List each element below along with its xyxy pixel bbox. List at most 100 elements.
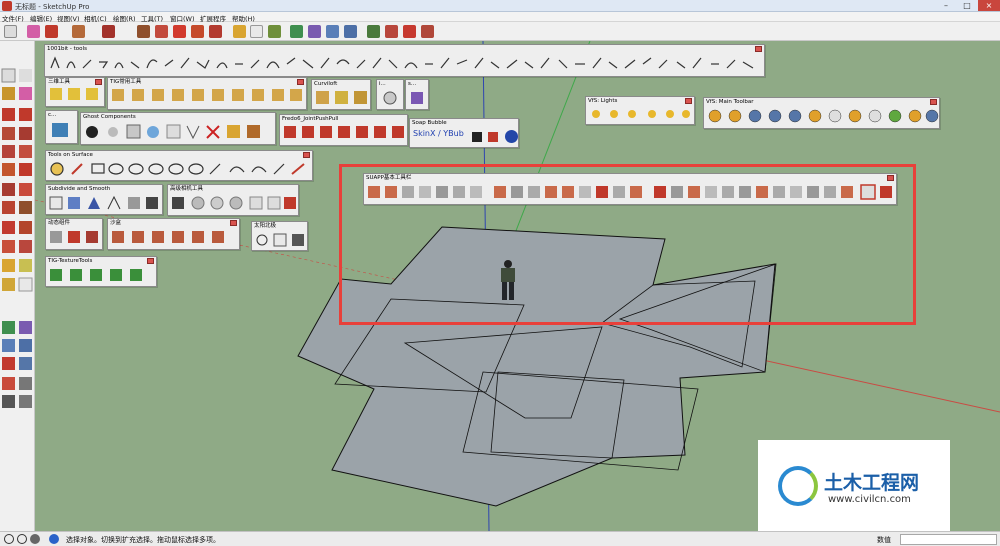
panel-vfs-main-toolbar: VfS: Main Toolbar: [703, 97, 940, 129]
close-icon[interactable]: [147, 258, 154, 264]
extension-warehouse-icon[interactable]: [403, 25, 416, 38]
left-toolbar-icons[interactable]: [0, 41, 35, 411]
panel-title: Ghost Components: [83, 114, 136, 120]
paint-bucket-icon[interactable]: [268, 25, 281, 38]
panel-sanwei-tools: 三维工具: [45, 77, 105, 107]
close-icon[interactable]: ×: [978, 0, 1000, 11]
pan-icon[interactable]: [308, 25, 321, 38]
close-icon[interactable]: [930, 99, 937, 105]
layout-icon[interactable]: [421, 25, 434, 38]
panel-s-icons[interactable]: [408, 89, 428, 107]
panel-curviloft-icons[interactable]: [314, 89, 370, 107]
panel-c-icons[interactable]: [48, 120, 76, 140]
scale-icon[interactable]: [209, 25, 222, 38]
panel-tig-common-tools: TIG常用工具: [107, 77, 307, 110]
panel-title: 动态组件: [48, 220, 71, 226]
panel-i-small: i...: [376, 79, 404, 110]
panel-vfs-main-icons[interactable]: [706, 107, 939, 125]
panel-title: Subdivide and Smooth: [48, 186, 111, 192]
panel-title: 高级相机工具: [170, 186, 204, 192]
user-icon[interactable]: [30, 534, 40, 544]
panel-tig-tool-icons[interactable]: [110, 87, 306, 105]
status-bar: 选择对象。切换到扩充选择。拖动鼠标选择多项。 数值: [0, 531, 1000, 546]
panel-title: TIG-TextureTools: [48, 258, 93, 264]
panel-sun-icons[interactable]: [254, 231, 307, 248]
panel-tools-on-surface: Tools on Surface: [45, 150, 313, 181]
play-icon[interactable]: [472, 132, 482, 142]
zoom-extents-icon[interactable]: [344, 25, 357, 38]
panel-title: Tools on Surface: [48, 152, 93, 158]
help-icon[interactable]: [505, 130, 518, 143]
minimize-icon[interactable]: –: [936, 0, 956, 11]
panel-title: i...: [379, 81, 386, 87]
rotate-icon[interactable]: [191, 25, 204, 38]
panel-surface-icons[interactable]: [48, 160, 312, 178]
geo-location-icon[interactable]: [4, 534, 14, 544]
panel-dynamic-components: 动态组件: [45, 218, 103, 250]
maximize-icon[interactable]: □: [957, 0, 977, 11]
soap-skinx-button[interactable]: SkinX / YBub: [413, 129, 464, 138]
close-icon[interactable]: [685, 98, 692, 104]
main-toolbar: [0, 22, 1000, 41]
panel-dynamic-icons[interactable]: [48, 228, 102, 246]
panel-camera-icons[interactable]: [170, 194, 298, 212]
push-pull-icon[interactable]: [137, 25, 150, 38]
panel-title: s...: [408, 81, 417, 87]
panel-title: TIG常用工具: [110, 79, 142, 85]
credits-icon[interactable]: [17, 534, 27, 544]
status-message: 选择对象。切换到扩充选择。拖动鼠标选择多项。: [66, 536, 220, 544]
panel-title: Soap Bubble: [412, 120, 447, 126]
sketchup-app-icon: [2, 1, 12, 11]
orbit-icon[interactable]: [290, 25, 303, 38]
help-icon[interactable]: [49, 534, 59, 544]
panel-lights-icons[interactable]: [588, 106, 694, 122]
pencil-icon[interactable]: [45, 25, 58, 38]
panel-tig-texture-tools: TIG-TextureTools: [45, 256, 157, 287]
menu-bar: 文件(F) 编辑(E) 视图(V) 相机(C) 绘图(R) 工具(T) 窗口(W…: [0, 12, 1000, 23]
panel-1001bit-tool-icons[interactable]: [47, 54, 762, 74]
rectangle-icon[interactable]: [102, 25, 115, 38]
watermark-title: 土木工程网: [824, 472, 920, 494]
close-icon[interactable]: [230, 220, 237, 226]
panel-title: c...: [48, 112, 57, 118]
panel-c-small: c...: [45, 110, 78, 144]
panel-i-icons[interactable]: [379, 89, 403, 107]
panel-subdivide-icons[interactable]: [48, 194, 162, 212]
measurements-label: 数值: [877, 536, 891, 544]
panel-ghost-icons[interactable]: [83, 122, 275, 140]
panel-title: VfS: Main Toolbar: [706, 99, 754, 105]
watermark-overlay: 土木工程网 www.civilcn.com: [758, 440, 950, 536]
stop-icon[interactable]: [488, 132, 498, 142]
select-icon[interactable]: [4, 25, 17, 38]
tape-measure-icon[interactable]: [233, 25, 246, 38]
arc-icon[interactable]: [72, 25, 85, 38]
zoom-icon[interactable]: [326, 25, 339, 38]
warehouse-icon[interactable]: [367, 25, 380, 38]
close-icon[interactable]: [95, 79, 102, 85]
panel-subdivide-smooth: Subdivide and Smooth: [45, 184, 163, 215]
panel-title: 三维工具: [48, 79, 71, 85]
close-icon[interactable]: [303, 152, 310, 158]
panel-fredo-icons[interactable]: [282, 124, 407, 142]
share-model-icon[interactable]: [385, 25, 398, 38]
panel-texture-icons[interactable]: [48, 266, 156, 284]
panel-title: 沙盒: [110, 220, 122, 226]
move-icon[interactable]: [173, 25, 186, 38]
panel-sanwei-tool-icons[interactable]: [48, 87, 104, 103]
text-icon[interactable]: [250, 25, 263, 38]
eraser-icon[interactable]: [27, 25, 40, 38]
offset-icon[interactable]: [155, 25, 168, 38]
panel-fredo-joint-pushpull: Fredo6_JointPushPull: [279, 114, 408, 146]
panel-sandbox-icons[interactable]: [110, 228, 239, 246]
title-bar: 无标题 - SketchUp Pro – □ ×: [0, 0, 1000, 12]
panel-1001bit-tools: 1001bit - tools: [44, 44, 765, 77]
panel-title: 太阳北极: [254, 223, 277, 229]
panel-curviloft: Curviloft: [311, 79, 371, 110]
measurements-input[interactable]: [900, 534, 997, 545]
close-icon[interactable]: [755, 46, 762, 52]
left-toolbar: [0, 41, 35, 531]
panel-ghost-components: Ghost Components: [80, 112, 276, 145]
civilcn-logo-icon: [778, 466, 818, 506]
close-icon[interactable]: [297, 79, 304, 85]
window-title: 无标题 - SketchUp Pro: [15, 3, 90, 11]
